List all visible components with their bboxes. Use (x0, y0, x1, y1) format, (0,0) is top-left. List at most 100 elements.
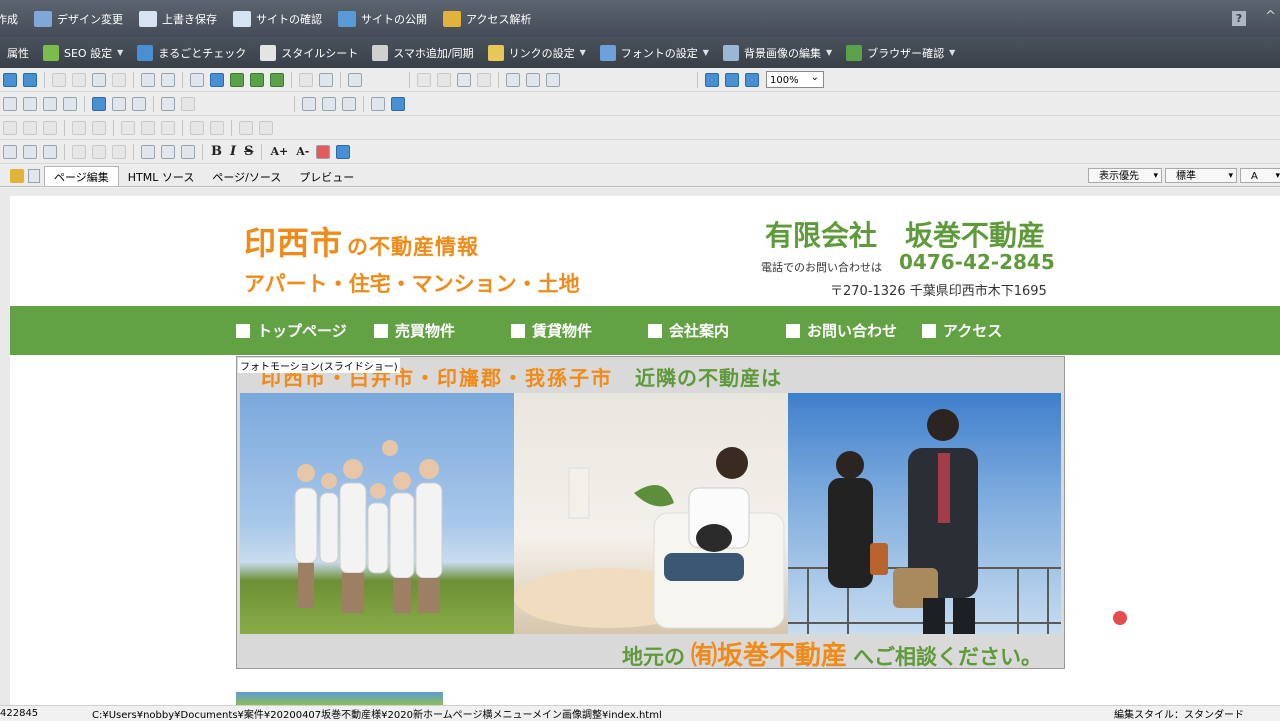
cursor-icon[interactable] (132, 96, 146, 111)
undo-icon[interactable] (141, 72, 155, 87)
frame-icon[interactable] (348, 72, 362, 87)
cell-props-icon[interactable] (239, 120, 253, 135)
split-mode-icon[interactable] (391, 96, 405, 111)
menu2-background-image[interactable]: 背景画像の編集 ▼ (716, 37, 839, 68)
site-manager-icon[interactable] (230, 72, 244, 87)
paragraph-icon[interactable] (112, 144, 126, 159)
redo-icon-2[interactable] (526, 72, 540, 87)
menu2-attribute[interactable]: 属性 (0, 37, 36, 68)
menu-site-check[interactable]: サイトの確認 (225, 0, 330, 37)
cut-icon-2[interactable] (417, 72, 431, 87)
indent-icon[interactable] (72, 144, 86, 159)
menu-design[interactable]: デザイン変更 (26, 0, 131, 37)
insert-column-icon[interactable] (92, 120, 106, 135)
strikethrough-icon[interactable]: S (244, 144, 253, 159)
find-icon[interactable] (190, 72, 204, 87)
tab-3[interactable]: プレビュー (290, 167, 363, 186)
menu2-font[interactable]: フォントの設定 ▼ (593, 37, 716, 68)
insert-row-icon[interactable] (72, 120, 86, 135)
cell-height-icon[interactable] (190, 120, 204, 135)
grid-icon[interactable] (302, 96, 316, 111)
display-mode-icon[interactable] (371, 96, 385, 111)
horizontal-rule-icon[interactable] (3, 96, 17, 111)
line-spacing-icon[interactable] (161, 144, 175, 159)
eraser-icon-2[interactable] (477, 72, 491, 87)
nav-item[interactable]: 売買物件 (374, 320, 455, 341)
copy-icon[interactable] (72, 72, 86, 87)
tab-0[interactable]: ページ編集 (44, 166, 119, 186)
delete-column-icon[interactable] (141, 120, 155, 135)
menu2-stylesheet[interactable]: スタイルシート (253, 37, 365, 68)
nav-item[interactable]: トップページ (236, 320, 347, 341)
paste-icon-2[interactable] (457, 72, 471, 87)
menu2-seo[interactable]: SEO 設定 ▼ (36, 37, 130, 68)
align-center-icon[interactable] (23, 144, 37, 159)
split-cell-icon[interactable] (43, 120, 57, 135)
picture-icon[interactable] (342, 96, 356, 111)
chevron-down-icon[interactable]: ▼ (826, 48, 832, 57)
menu-globe[interactable]: サイトの公開 (330, 0, 435, 37)
indent-more-icon[interactable] (181, 144, 195, 159)
paste-icon[interactable] (92, 72, 106, 87)
link-edit-icon[interactable] (161, 96, 175, 111)
template-icon[interactable] (299, 72, 313, 87)
form-icon[interactable] (63, 96, 77, 111)
align-left-icon[interactable] (3, 144, 17, 159)
tab-1[interactable]: HTML ソース (119, 167, 204, 186)
zoom-out-icon[interactable] (725, 72, 739, 87)
part-manager-icon[interactable] (270, 72, 284, 87)
nav-item[interactable]: 会社案内 (648, 320, 729, 341)
style-s-icon[interactable] (322, 96, 336, 111)
unlink-icon[interactable] (181, 96, 195, 111)
align-icon[interactable] (3, 120, 17, 135)
chevron-down-icon[interactable]: ▼ (949, 48, 955, 57)
collapse-ribbon-icon[interactable]: ^ (1265, 9, 1276, 24)
nav-item[interactable]: アクセス (922, 320, 1002, 341)
border-icon[interactable] (210, 120, 224, 135)
table-icon[interactable] (23, 96, 37, 111)
font-size-down-icon[interactable]: A- (296, 145, 309, 158)
tab-2[interactable]: ページ/ソース (203, 167, 290, 186)
bold-icon[interactable]: B (211, 144, 222, 159)
page-canvas[interactable]: 印西市 の不動産情報 アパート・住宅・マンション・土地 有限会社 坂巻不動産 電話… (10, 196, 1280, 705)
delete-row-icon[interactable] (121, 120, 135, 135)
outdent-icon[interactable] (92, 144, 106, 159)
copy-icon-2[interactable] (437, 72, 451, 87)
slideshow[interactable]: フォトモーション(スライドショー) 印西市・白井市・印旛郡・我孫子市 近隣の不動… (236, 356, 1065, 671)
table-props-icon[interactable] (259, 120, 273, 135)
replace-icon[interactable] (210, 72, 224, 87)
insert-icon[interactable] (546, 72, 560, 87)
text-style-icon[interactable] (92, 96, 106, 111)
font-settings-icon[interactable] (336, 144, 351, 159)
display-priority-select[interactable]: 表示優先 (1088, 168, 1162, 184)
zoom-reset-icon[interactable] (745, 72, 759, 87)
menu2-check[interactable]: まるごとチェック (130, 37, 253, 68)
chevron-down-icon[interactable]: ▼ (703, 48, 709, 57)
save-all-icon[interactable] (23, 72, 37, 87)
page-manager-icon[interactable] (250, 72, 264, 87)
redo-icon[interactable] (161, 72, 175, 87)
chevron-down-icon[interactable]: ▼ (580, 48, 586, 57)
menu2-smartphone[interactable]: スマホ追加/同期 (365, 37, 480, 68)
help-icon[interactable]: ? (1232, 11, 1246, 26)
font-color-icon[interactable] (316, 144, 331, 159)
menu2-browser[interactable]: ブラウザー確認 ▼ (839, 37, 962, 68)
menu2-link[interactable]: リンクの設定 ▼ (481, 37, 593, 68)
cell-width-icon[interactable] (161, 120, 175, 135)
page-icon[interactable] (28, 169, 40, 183)
menu-analytics[interactable]: アクセス解析 (435, 0, 539, 37)
edit-mode-icon[interactable] (10, 169, 24, 183)
merge-icon[interactable] (23, 120, 37, 135)
zoom-select[interactable]: 100% (766, 69, 824, 88)
eraser-icon[interactable] (112, 72, 126, 87)
undo-icon-2[interactable] (506, 72, 520, 87)
menu-create[interactable]: 作成 (0, 0, 26, 37)
menu-save[interactable]: 上書き保存 (131, 0, 225, 37)
standard-select[interactable]: 標準 (1165, 168, 1237, 184)
nav-item[interactable]: 賃貸物件 (511, 320, 592, 341)
chevron-down-icon[interactable]: ▼ (117, 48, 123, 57)
third-select[interactable]: A (1240, 168, 1280, 184)
italic-icon[interactable]: I (230, 144, 236, 159)
cut-icon[interactable] (52, 72, 66, 87)
font-size-up-icon[interactable]: A+ (270, 145, 288, 158)
